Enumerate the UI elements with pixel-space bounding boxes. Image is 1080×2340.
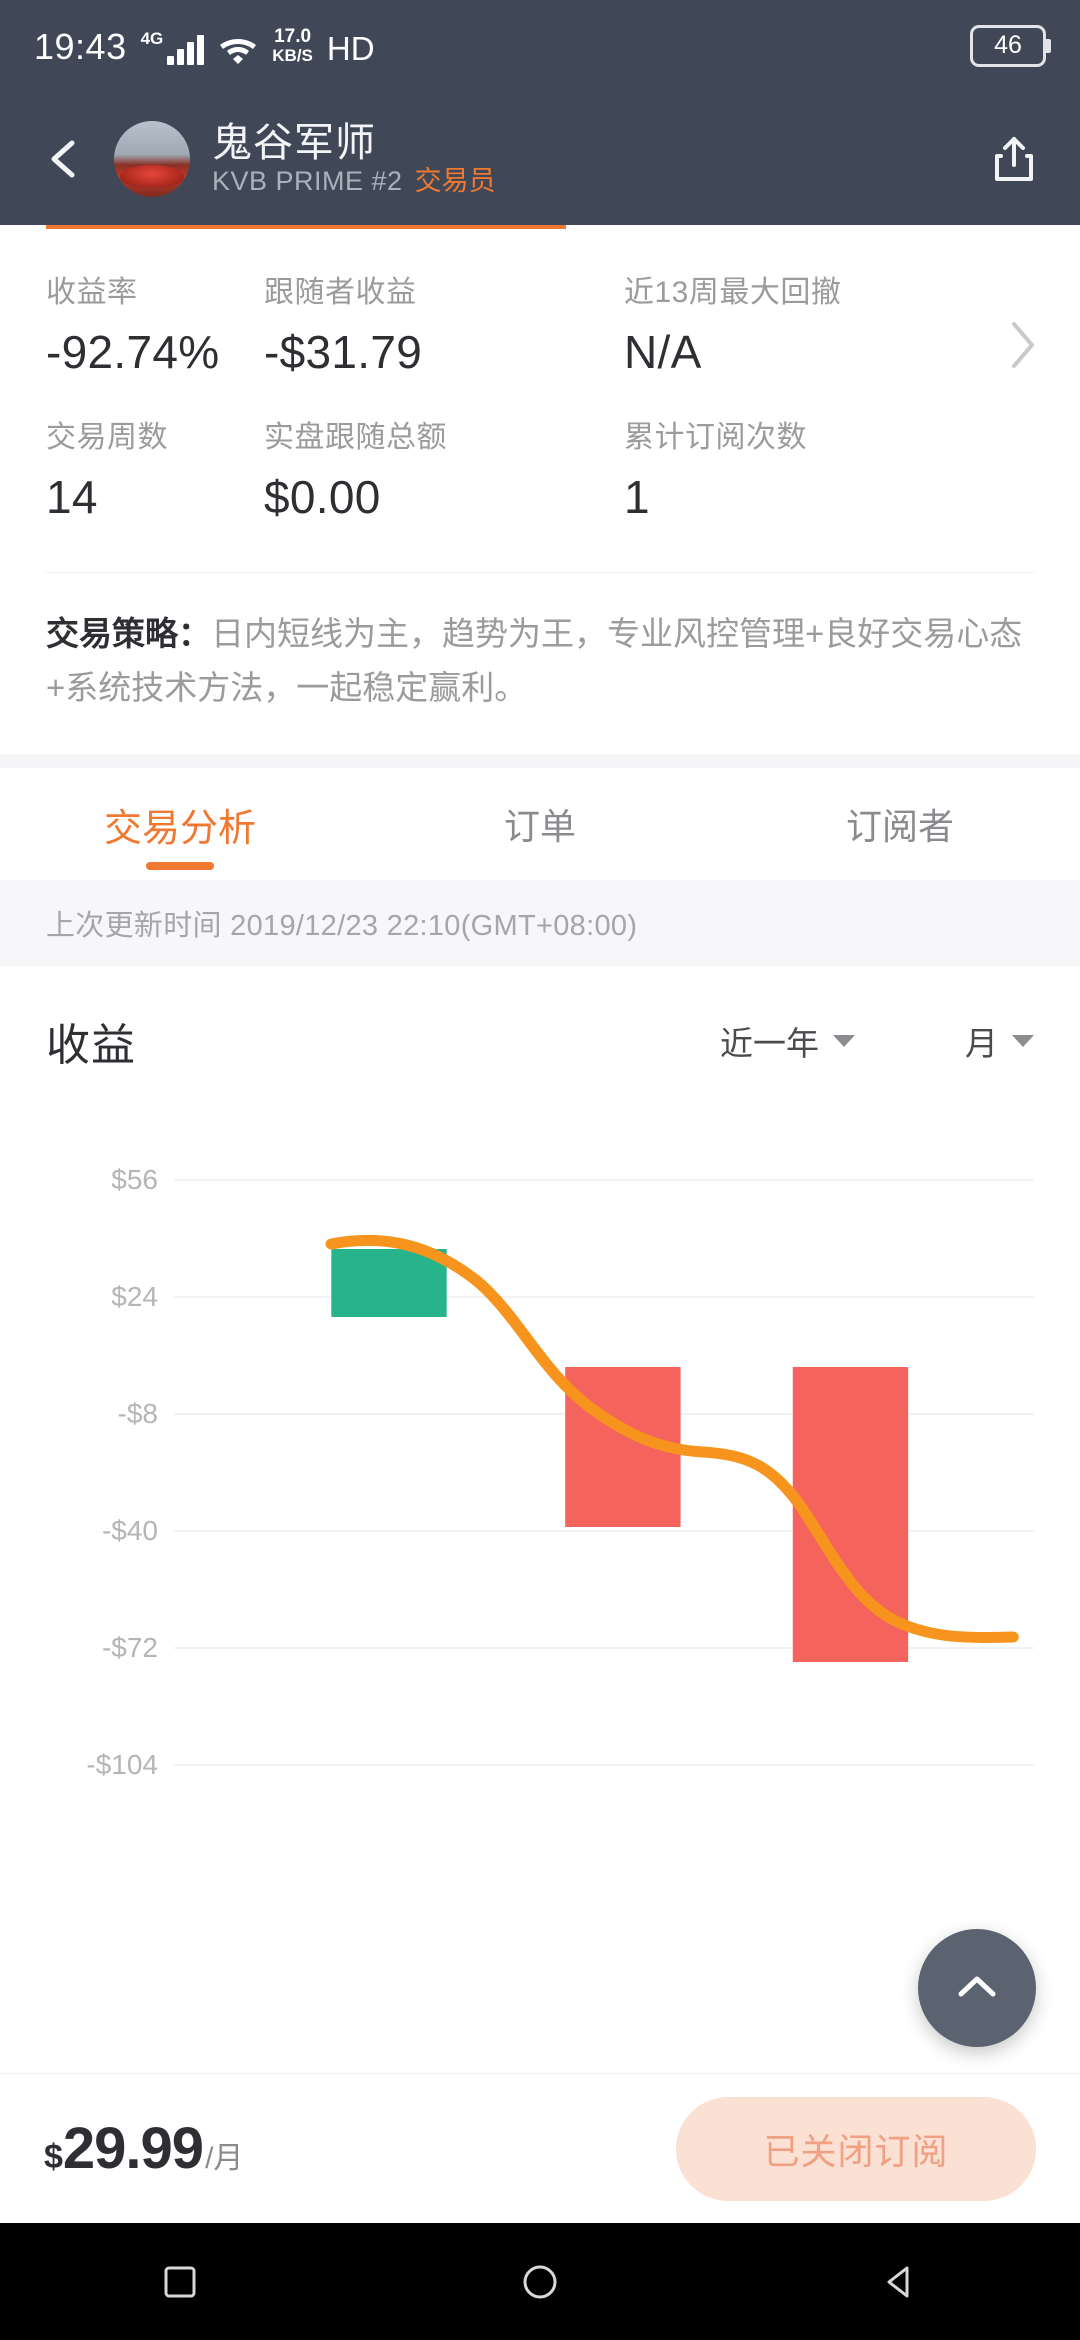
stat-value: -92.74% <box>46 326 220 378</box>
section-gap <box>0 754 1080 769</box>
circle-icon <box>523 2265 557 2298</box>
stat-trading-weeks: 交易周数 14 <box>46 420 264 523</box>
chart-y-axis: $56 $24 -$8 -$40 -$72 -$104 <box>46 1122 164 1822</box>
stat-value: 14 <box>46 470 98 523</box>
y-tick-label: $24 <box>111 1281 158 1313</box>
status-bar-right: 46 <box>970 25 1046 67</box>
back-button[interactable] <box>30 124 100 194</box>
strategy-label: 交易策略： <box>46 615 211 653</box>
y-tick-label: -$8 <box>117 1397 158 1429</box>
stat-value: N/A <box>624 326 702 378</box>
header-title-group: 鬼谷军师 KVB PRIME #2 交易员 <box>212 121 496 197</box>
avatar[interactable] <box>114 120 190 197</box>
stats-more-button[interactable] <box>1006 319 1040 376</box>
stat-live-follow-total: 实盘跟随总额 $0.00 <box>264 420 624 523</box>
square-icon <box>164 2266 196 2297</box>
status-bar-left: 19:43 4G 17.0 KB/S HD <box>34 27 375 65</box>
android-nav-bar <box>0 2223 1080 2340</box>
earnings-chart-card: 收益 近一年 月 $56 $24 -$8 -$40 -$72 -$104 <box>0 966 1080 1822</box>
y-tick-label: $56 <box>111 1164 158 1196</box>
hd-label: HD <box>326 29 375 67</box>
stat-total-subscriptions: 累计订阅次数 1 <box>624 420 807 523</box>
stat-follower-profit: 跟随者收益 -$31.79 <box>264 275 624 378</box>
period-selector-label: 月 <box>965 1025 998 1063</box>
strategy-description: 交易策略：日内短线为主，趋势为王，专业风控管理+良好交易心态+系统技术方法，一起… <box>0 573 1080 754</box>
share-button[interactable] <box>978 123 1050 195</box>
role-badge: 交易员 <box>414 165 496 196</box>
tab-subscribers[interactable]: 订阅者 <box>720 768 1080 880</box>
page-title: 鬼谷军师 <box>212 120 376 165</box>
stats-row-2: 交易周数 14 实盘跟随总额 $0.00 累计订阅次数 1 <box>46 420 1034 523</box>
chart-title: 收益 <box>46 1021 136 1071</box>
subscribe-button[interactable]: 已关闭订阅 <box>676 2096 1036 2201</box>
cellular-signal-icon: 4G <box>141 30 205 65</box>
signal-bars-icon <box>167 34 205 65</box>
y-tick-label: -$40 <box>101 1514 158 1546</box>
stat-label: 交易周数 <box>46 420 168 454</box>
network-speed-value: 17.0 <box>274 26 312 48</box>
network-type-label: 4G <box>140 28 164 48</box>
stats-row-1: 收益率 -92.74% 跟随者收益 -$31.79 近13周最大回撤 N/A <box>46 275 1034 378</box>
range-selector-label: 近一年 <box>720 1025 819 1063</box>
y-tick-label: -$104 <box>86 1748 158 1780</box>
stat-value: $0.00 <box>264 470 381 523</box>
wifi-icon <box>218 33 258 65</box>
price-display: $ 29.99 /月 <box>44 2115 243 2182</box>
chart-bar-positive <box>331 1249 447 1318</box>
stats-section: 收益率 -92.74% 跟随者收益 -$31.79 近13周最大回撤 N/A 交… <box>0 229 1080 572</box>
chevron-down-icon <box>833 1035 855 1048</box>
scroll-content[interactable]: 收益率 -92.74% 跟随者收益 -$31.79 近13周最大回撤 N/A 交… <box>0 225 1080 2133</box>
home-button[interactable] <box>513 2255 567 2309</box>
app-header: 鬼谷军师 KVB PRIME #2 交易员 <box>0 92 1080 225</box>
range-selector[interactable]: 近一年 <box>720 1017 855 1065</box>
tab-orders[interactable]: 订单 <box>360 768 720 880</box>
stat-label: 跟随者收益 <box>264 276 417 309</box>
tab-trade-analysis[interactable]: 交易分析 <box>0 768 360 880</box>
stat-label: 收益率 <box>46 276 138 309</box>
stat-max-drawdown: 近13周最大回撤 N/A <box>624 275 841 378</box>
recents-button[interactable] <box>153 2255 207 2309</box>
share-icon <box>995 136 1033 181</box>
back-nav-button[interactable] <box>873 2255 927 2309</box>
chart-selectors: 近一年 月 <box>720 1017 1034 1065</box>
stat-label: 近13周最大回撤 <box>624 276 842 309</box>
chart-header: 收益 近一年 月 <box>46 966 1034 1116</box>
chart-plot-area <box>174 1122 1034 1822</box>
chevron-down-icon <box>1012 1035 1034 1048</box>
chart-plot[interactable]: $56 $24 -$8 -$40 -$72 -$104 <box>46 1122 1034 1822</box>
price-period: /月 <box>205 2142 244 2175</box>
network-speed-unit: KB/S <box>272 45 313 65</box>
last-update-bar: 上次更新时间 2019/12/23 22:10(GMT+08:00) <box>0 880 1080 967</box>
chart-svg <box>174 1179 1034 1767</box>
triangle-back-icon <box>887 2266 909 2297</box>
network-speed-indicator: 17.0 KB/S <box>272 27 313 64</box>
price-currency: $ <box>44 2138 63 2176</box>
bottom-action-bar: $ 29.99 /月 已关闭订阅 <box>0 2073 1080 2223</box>
stat-value: 1 <box>624 470 650 523</box>
chevron-right-icon <box>1012 322 1034 368</box>
chart-bars <box>331 1249 909 1663</box>
price-amount: 29.99 <box>62 2116 204 2181</box>
scroll-to-top-button[interactable] <box>918 1929 1036 2047</box>
battery-indicator: 46 <box>970 25 1046 67</box>
stat-label: 累计订阅次数 <box>624 420 807 454</box>
stat-value: -$31.79 <box>264 326 423 378</box>
chevron-left-icon <box>51 140 75 177</box>
status-bar: 19:43 4G 17.0 KB/S HD 46 <box>0 0 1080 92</box>
status-time: 19:43 <box>34 25 127 67</box>
period-selector[interactable]: 月 <box>965 1017 1034 1065</box>
chevron-up-icon <box>958 1976 996 1997</box>
trader-subtitle: KVB PRIME #2 交易员 <box>212 165 496 197</box>
stat-profit-rate: 收益率 -92.74% <box>46 275 264 378</box>
y-tick-label: -$72 <box>101 1631 158 1663</box>
tab-bar: 交易分析 订单 订阅者 <box>0 768 1080 881</box>
account-label: KVB PRIME #2 <box>212 165 403 196</box>
stat-label: 实盘跟随总额 <box>264 420 447 454</box>
